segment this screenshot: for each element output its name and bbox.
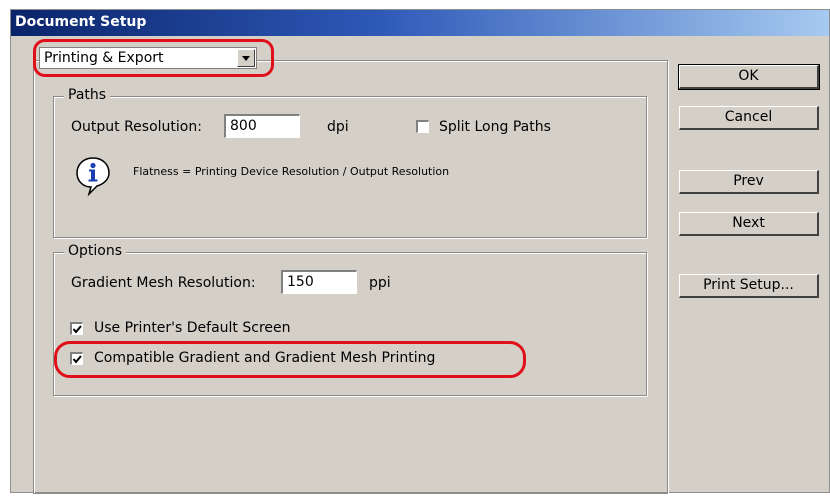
next-button[interactable]: Next — [679, 212, 819, 236]
output-resolution-label: Output Resolution: — [71, 119, 202, 135]
split-long-paths-checkbox[interactable] — [416, 120, 429, 133]
cancel-button[interactable]: Cancel — [679, 106, 819, 130]
ok-button[interactable]: OK — [678, 64, 820, 90]
info-icon — [75, 156, 111, 197]
output-resolution-input[interactable]: 800 — [224, 114, 300, 138]
dropdown-highlight-annotation — [33, 39, 274, 77]
output-resolution-unit: dpi — [327, 119, 349, 135]
window-title: Document Setup — [15, 14, 147, 30]
gradient-mesh-resolution-unit: ppi — [369, 275, 391, 291]
document-setup-dialog: Document Setup Paths Output Resolution: … — [10, 9, 830, 494]
print-setup-button[interactable]: Print Setup... — [679, 274, 819, 298]
gradient-mesh-resolution-input[interactable]: 150 — [281, 270, 357, 294]
flatness-info-text: Flatness = Printing Device Resolution / … — [133, 165, 450, 178]
use-printer-default-screen-label[interactable]: Use Printer's Default Screen — [94, 320, 291, 336]
checkmark-icon — [72, 325, 82, 334]
gradient-mesh-resolution-label: Gradient Mesh Resolution: — [71, 275, 256, 291]
options-legend: Options — [64, 243, 127, 259]
compatible-gradient-highlight-annotation — [54, 341, 526, 378]
prev-button[interactable]: Prev — [679, 170, 819, 194]
paths-legend: Paths — [64, 87, 111, 103]
use-printer-default-screen-checkbox[interactable] — [70, 322, 83, 335]
title-bar[interactable]: Document Setup — [11, 10, 829, 36]
split-long-paths-label[interactable]: Split Long Paths — [439, 119, 551, 135]
